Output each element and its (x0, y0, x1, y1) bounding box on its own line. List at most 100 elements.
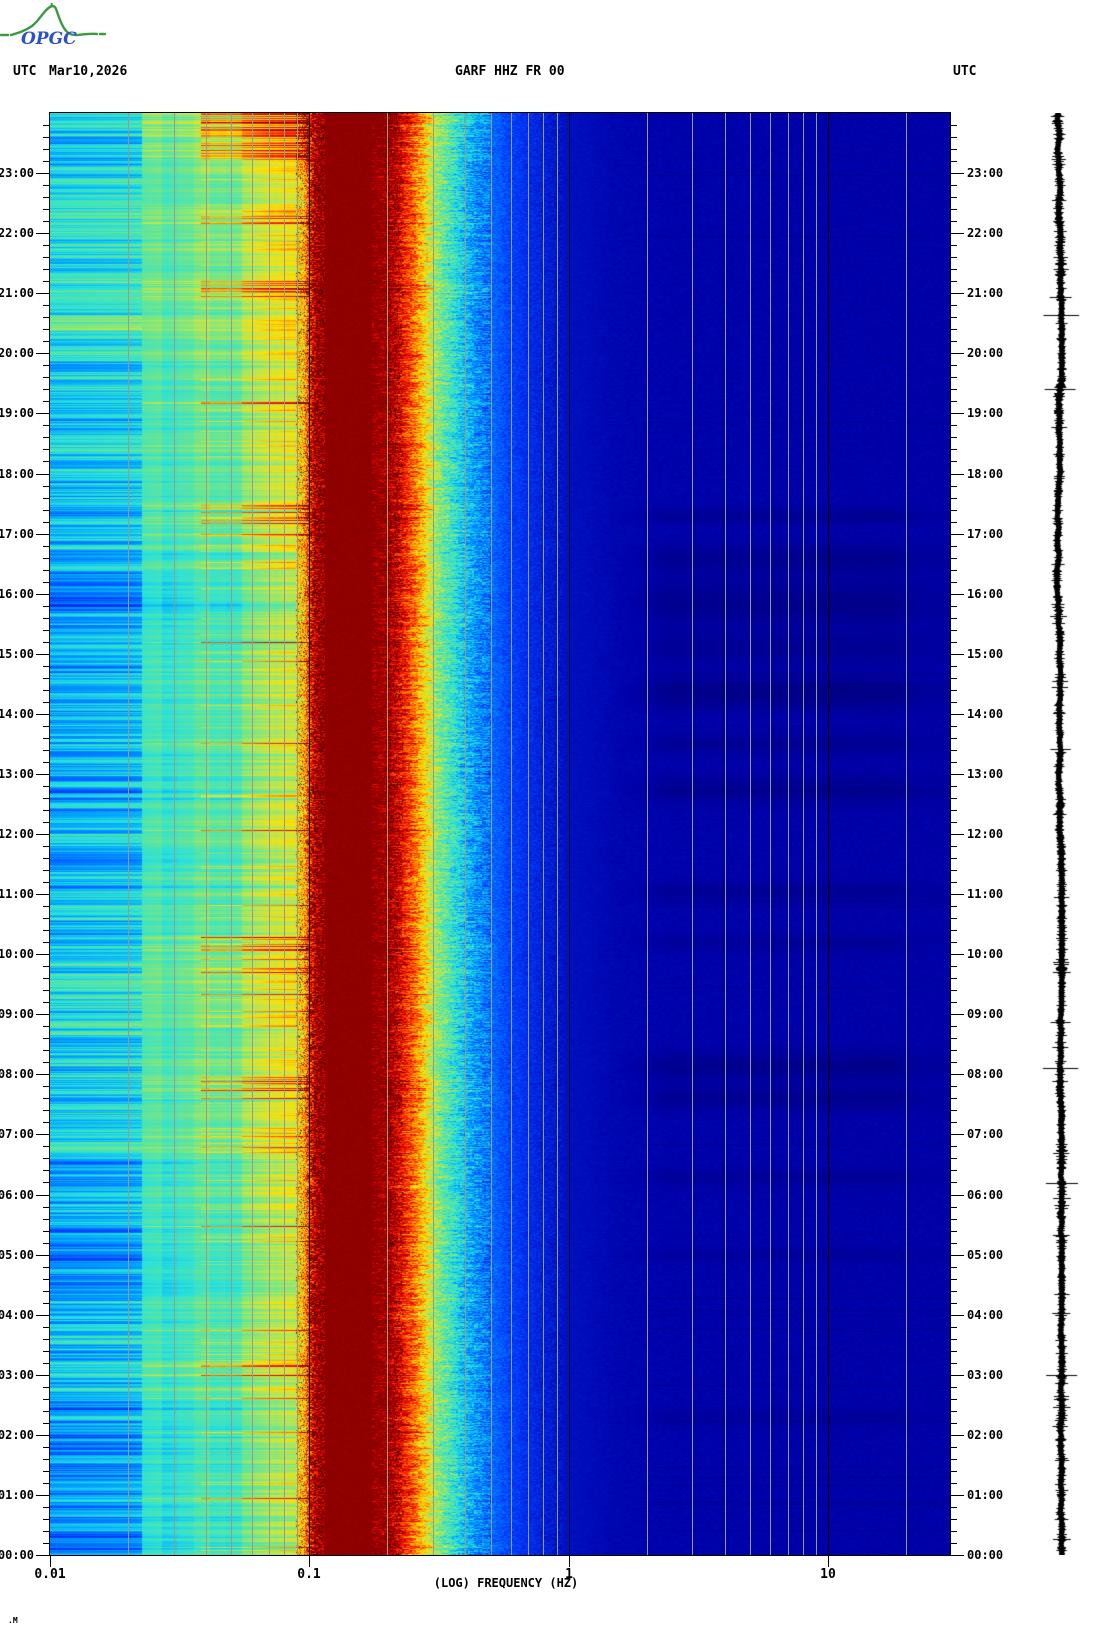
y-minor-tick-right (950, 161, 957, 162)
y-major-tick-left (36, 1375, 50, 1376)
y-tick-label-right: 13:00 (967, 767, 1004, 781)
y-minor-tick-right (950, 942, 957, 943)
y-major-tick-left (36, 1134, 50, 1135)
y-major-tick-left (36, 1014, 50, 1015)
y-minor-tick-left (43, 1423, 50, 1424)
y-tick-label-left: 17:00 (0, 527, 34, 541)
y-minor-tick-left (43, 690, 50, 691)
y-minor-tick-left (43, 570, 50, 571)
y-tick-label-left: 20:00 (0, 346, 34, 360)
y-minor-tick-left (43, 798, 50, 799)
freq-grid-line (297, 113, 298, 1555)
y-major-tick-left (36, 1255, 50, 1256)
y-minor-tick-left (43, 209, 50, 210)
y-minor-tick-left (43, 329, 50, 330)
y-minor-tick-right (950, 966, 957, 967)
y-minor-tick-right (950, 918, 957, 919)
y-minor-tick-left (43, 702, 50, 703)
y-minor-tick-right (950, 401, 957, 402)
y-tick-label-left: 04:00 (0, 1308, 34, 1322)
y-major-tick-right (950, 1255, 964, 1256)
y-tick-label-left: 14:00 (0, 707, 34, 721)
y-minor-tick-right (950, 221, 957, 222)
y-minor-tick-left (43, 317, 50, 318)
y-tick-label-left: 18:00 (0, 467, 34, 481)
y-minor-tick-left (43, 221, 50, 222)
y-tick-label-left: 11:00 (0, 887, 34, 901)
decade-line (828, 113, 829, 1555)
y-tick-label-right: 14:00 (967, 707, 1004, 721)
y-tick-label-left: 03:00 (0, 1368, 34, 1382)
y-major-tick-left (36, 534, 50, 535)
y-major-tick-right (950, 413, 964, 414)
freq-grid-line (231, 113, 232, 1555)
y-minor-tick-left (43, 1062, 50, 1063)
y-minor-tick-left (43, 666, 50, 667)
y-tick-label-left: 02:00 (0, 1428, 34, 1442)
y-tick-label-right: 09:00 (967, 1007, 1004, 1021)
y-tick-label-right: 23:00 (967, 166, 1004, 180)
y-tick-label-left: 12:00 (0, 827, 34, 841)
y-minor-tick-left (43, 341, 50, 342)
y-minor-tick-left (43, 1543, 50, 1544)
y-minor-tick-right (950, 522, 957, 523)
y-tick-label-left: 08:00 (0, 1067, 34, 1081)
y-major-tick-left (36, 1195, 50, 1196)
y-minor-tick-left (43, 1026, 50, 1027)
y-major-tick-left (36, 1495, 50, 1496)
y-minor-tick-right (950, 1122, 957, 1123)
freq-grid-line (647, 113, 648, 1555)
y-minor-tick-right (950, 1098, 957, 1099)
y-tick-label-left: 05:00 (0, 1248, 34, 1262)
y-major-tick-left (36, 293, 50, 294)
y-minor-tick-left (43, 642, 50, 643)
y-minor-tick-right (950, 1038, 957, 1039)
freq-grid-line (511, 113, 512, 1555)
y-minor-tick-left (43, 1339, 50, 1340)
opgc-logo: OPGC (0, 2, 107, 49)
y-tick-label-right: 12:00 (967, 827, 1004, 841)
y-minor-tick-right (950, 257, 957, 258)
y-minor-tick-right (950, 906, 957, 907)
y-tick-label-right: 02:00 (967, 1428, 1004, 1442)
y-minor-tick-left (43, 762, 50, 763)
y-minor-tick-right (950, 618, 957, 619)
y-major-tick-right (950, 774, 964, 775)
y-minor-tick-left (43, 738, 50, 739)
y-major-tick-right (950, 594, 964, 595)
y-major-tick-right (950, 834, 964, 835)
y-minor-tick-left (43, 1471, 50, 1472)
logo-peak-tick (50, 2, 53, 8)
y-minor-tick-left (43, 245, 50, 246)
y-tick-label-right: 08:00 (967, 1067, 1004, 1081)
y-tick-label-right: 06:00 (967, 1188, 1004, 1202)
y-minor-tick-left (43, 786, 50, 787)
y-tick-label-left: 01:00 (0, 1488, 34, 1502)
y-minor-tick-left (43, 990, 50, 991)
y-minor-tick-right (950, 810, 957, 811)
y-minor-tick-right (950, 245, 957, 246)
y-minor-tick-right (950, 1387, 957, 1388)
y-tick-label-left: 19:00 (0, 406, 34, 420)
y-minor-tick-left (43, 558, 50, 559)
y-minor-tick-left (43, 1002, 50, 1003)
y-major-tick-right (950, 1435, 964, 1436)
y-minor-tick-left (43, 377, 50, 378)
freq-grid-line (387, 113, 388, 1555)
y-minor-tick-right (950, 882, 957, 883)
freq-grid-line (750, 113, 751, 1555)
y-minor-tick-right (950, 1507, 957, 1508)
y-major-tick-right (950, 474, 964, 475)
y-tick-label-left: 16:00 (0, 587, 34, 601)
y-tick-label-left: 06:00 (0, 1188, 34, 1202)
y-minor-tick-right (950, 702, 957, 703)
y-minor-tick-left (43, 930, 50, 931)
freq-grid-line (543, 113, 544, 1555)
y-minor-tick-right (950, 822, 957, 823)
y-minor-tick-left (43, 269, 50, 270)
y-tick-label-left: 15:00 (0, 647, 34, 661)
y-minor-tick-right (950, 449, 957, 450)
y-minor-tick-left (43, 197, 50, 198)
y-major-tick-left (36, 834, 50, 835)
y-minor-tick-right (950, 846, 957, 847)
